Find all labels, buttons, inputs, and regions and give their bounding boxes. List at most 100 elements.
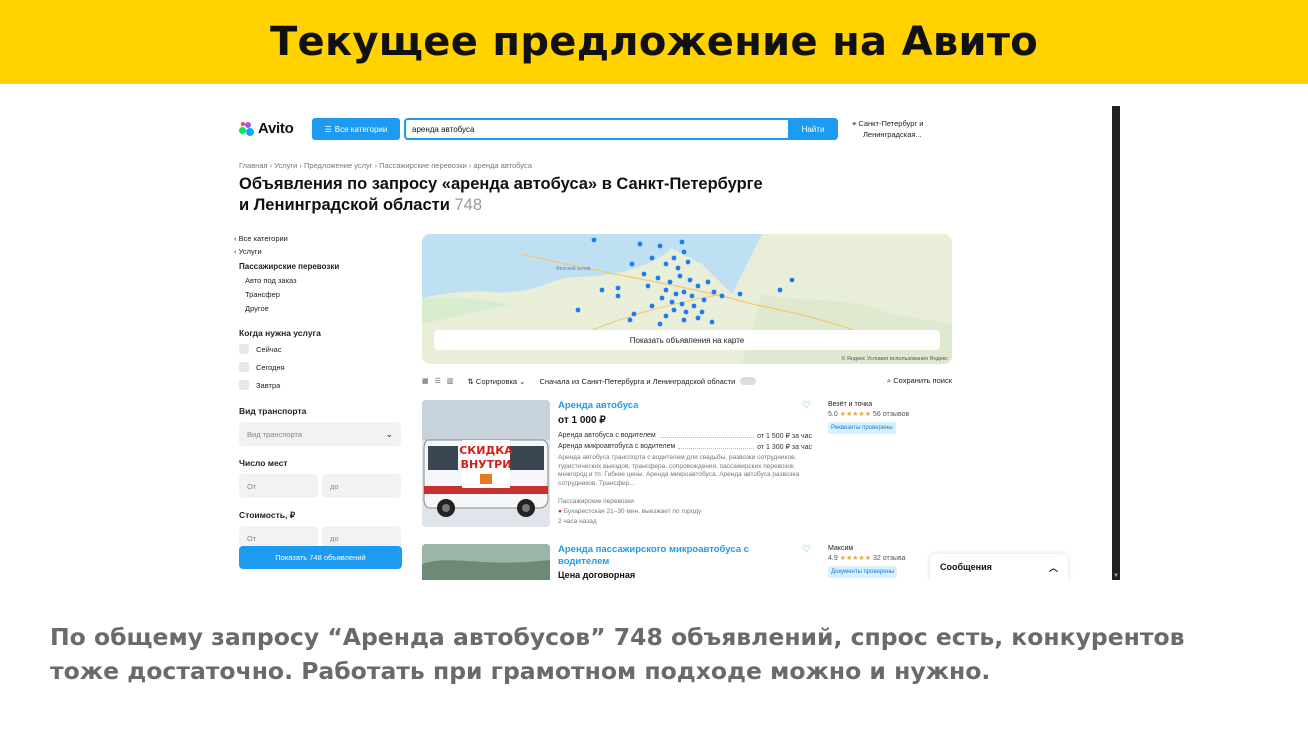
seller-rating-value: 5.0 bbox=[828, 411, 838, 418]
results-map[interactable]: Финский залив Показать объявления на кар… bbox=[422, 234, 952, 364]
listing-title[interactable]: Аренда автобуса bbox=[558, 400, 798, 412]
listing-category: Пассажирские перевозки bbox=[558, 498, 634, 505]
seats-from-input[interactable]: От bbox=[239, 474, 318, 498]
checkbox-icon bbox=[239, 344, 249, 354]
scrollbar[interactable]: ▼ bbox=[1112, 106, 1120, 580]
avito-screenshot: Avito ☰ Все категории Найти ⌖ Санкт-Пете… bbox=[232, 106, 1120, 580]
heart-icon[interactable]: ♡ bbox=[802, 400, 811, 411]
map-view-icon[interactable]: ▥ bbox=[447, 377, 454, 385]
caption-line-1: По общему запросу “Аренда автобусов” 748… bbox=[50, 623, 1185, 651]
seats-to-input[interactable]: до bbox=[322, 474, 401, 498]
slide-title-banner: Текущее предложение на Авито bbox=[0, 0, 1308, 84]
messages-panel[interactable]: Сообщения ︿ bbox=[930, 554, 1068, 580]
transport-select[interactable]: Вид транспорта ⌄ bbox=[239, 422, 401, 446]
back-services-label: Услуги bbox=[238, 247, 262, 256]
avito-logo-text: Avito bbox=[258, 120, 294, 137]
chevron-down-icon: ⌄ bbox=[385, 428, 393, 439]
price-row-value: от 1 500 ₽ за час bbox=[757, 433, 812, 440]
location-selector[interactable]: ⌖ Санкт-Петербург и Ленинградская... bbox=[852, 118, 952, 140]
seller-reviews[interactable]: 56 отзывов bbox=[873, 411, 909, 418]
listing-price: Цена договорная bbox=[558, 570, 636, 580]
slide-title: Текущее предложение на Авито bbox=[269, 19, 1039, 65]
image-promo-line-1: СКИДКА bbox=[459, 444, 513, 457]
listing-location-text: Бухарестская 21–30 мин. выезжает по горо… bbox=[563, 508, 702, 515]
image-promo-line-2: ВНУТРИ bbox=[461, 458, 512, 471]
star-icons: ★★★★★ bbox=[839, 411, 872, 418]
listing-card[interactable]: СКИДКА ВНУТРИ Аренда автобуса от 1 000 ₽… bbox=[422, 400, 952, 530]
show-on-map-button[interactable]: Показать объявления на карте bbox=[434, 330, 940, 350]
seller-name[interactable]: Максим bbox=[828, 544, 948, 554]
listing-photo[interactable]: СКИДКА ВНУТРИ bbox=[422, 400, 550, 527]
listing-title[interactable]: Аренда пассажирского микроавтобуса с вод… bbox=[558, 544, 798, 568]
sidebar-section-passenger[interactable]: Пассажирские перевозки bbox=[234, 260, 404, 274]
caption-line-2: тоже достаточно. Работать при грамотном … bbox=[50, 657, 991, 685]
slide-caption: По общему запросу “Аренда автобусов” 748… bbox=[50, 620, 1308, 688]
location-line-2: Ленинградская... bbox=[863, 130, 922, 139]
when-now-checkbox[interactable]: Сейчас bbox=[234, 340, 404, 358]
when-today-label: Сегодня bbox=[256, 362, 285, 372]
local-first-label: Сначала из Санкт-Петербурга и Ленинградс… bbox=[539, 376, 736, 386]
all-categories-button[interactable]: ☰ Все категории bbox=[312, 118, 400, 140]
search-input[interactable] bbox=[406, 124, 786, 134]
when-heading: Когда нужна услуга bbox=[239, 328, 321, 338]
checkbox-icon bbox=[239, 362, 249, 372]
breadcrumb[interactable]: Главная › Услуги › Предложение услуг › П… bbox=[239, 161, 532, 170]
search-bar: Найти bbox=[404, 118, 838, 140]
menu-icon: ☰ bbox=[324, 124, 332, 134]
page-title-line-2: и Ленинградской области bbox=[239, 196, 450, 214]
search-icon: ⌕ bbox=[886, 376, 892, 385]
back-all-categories-label: Все категории bbox=[238, 234, 288, 243]
listing-photo[interactable] bbox=[422, 544, 550, 580]
show-results-button[interactable]: Показать 748 объявлений bbox=[239, 546, 402, 569]
avito-logo[interactable]: Avito bbox=[239, 120, 294, 137]
listing-photo-image bbox=[422, 544, 550, 580]
seats-heading: Число мест bbox=[239, 458, 288, 468]
seller-info[interactable]: Везёт и точка 5.0 ★★★★★ 56 отзывов Рекви… bbox=[828, 400, 948, 434]
location-pin-icon: ⌖ bbox=[852, 119, 857, 128]
price-row: Аренда микроавтобуса с водителем от 1 300… bbox=[558, 443, 812, 451]
heart-icon[interactable]: ♡ bbox=[802, 544, 811, 555]
messages-label: Сообщения bbox=[940, 562, 992, 572]
seller-verified-badge: Реквизиты проверены bbox=[828, 422, 896, 434]
price-row-label: Аренда автобуса с водителем bbox=[558, 432, 656, 439]
toggle-switch[interactable] bbox=[740, 377, 757, 385]
sidebar-item-other[interactable]: Другое bbox=[234, 302, 404, 316]
listing-description: Аренда автобуса транспорта с водителем д… bbox=[558, 454, 800, 487]
sort-label: Сортировка bbox=[475, 376, 518, 386]
checkbox-icon bbox=[239, 380, 249, 390]
search-button[interactable]: Найти bbox=[788, 118, 838, 140]
seller-reviews[interactable]: 32 отзыва bbox=[873, 555, 905, 562]
seller-rating-value: 4.9 bbox=[828, 555, 838, 562]
map-copyright: © Яндекс Условия использования Яндекс bbox=[841, 356, 948, 362]
when-tomorrow-checkbox[interactable]: Завтра bbox=[234, 376, 404, 394]
seller-name[interactable]: Везёт и точка bbox=[828, 400, 948, 410]
sidebar-item-transfer[interactable]: Трансфер bbox=[234, 288, 404, 302]
when-now-label: Сейчас bbox=[256, 344, 282, 354]
transport-heading: Вид транспорта bbox=[239, 406, 307, 416]
map-label-gulf: Финский залив bbox=[556, 265, 591, 272]
when-today-checkbox[interactable]: Сегодня bbox=[234, 358, 404, 376]
back-all-categories-link[interactable]: ‹ Все категории bbox=[234, 232, 404, 245]
local-first-toggle[interactable]: Сначала из Санкт-Петербурга и Ленинградс… bbox=[539, 376, 757, 386]
filters-sidebar: ‹ Все категории ‹ Услуги Пассажирские пе… bbox=[234, 232, 404, 550]
metro-dot-icon: ● bbox=[558, 508, 562, 515]
sidebar-item-auto[interactable]: Авто под заказ bbox=[234, 274, 404, 288]
save-search-label: Сохранить поиск bbox=[893, 376, 952, 385]
avito-logo-icon bbox=[239, 121, 255, 136]
chevron-up-icon[interactable]: ︿ bbox=[1049, 561, 1058, 574]
listing-card[interactable]: Аренда пассажирского микроавтобуса с вод… bbox=[422, 544, 952, 580]
sort-dropdown[interactable]: ⇅ Сортировка ⌄ bbox=[468, 377, 526, 386]
save-search-button[interactable]: ⌕ Сохранить поиск bbox=[887, 376, 952, 386]
all-categories-label: Все категории bbox=[334, 124, 388, 134]
view-switcher: ▦ ☰ ▥ bbox=[422, 377, 454, 385]
seller-verified-badge: Документы проверены bbox=[828, 566, 898, 578]
cost-heading: Стоимость, ₽ bbox=[239, 510, 296, 520]
scroll-down-icon[interactable]: ▼ bbox=[1113, 573, 1119, 579]
list-view-icon[interactable]: ☰ bbox=[435, 377, 441, 385]
page-title-line-1: Объявления по запросу «аренда автобуса» … bbox=[239, 175, 763, 193]
location-line-1: Санкт-Петербург и bbox=[858, 119, 924, 128]
back-services-link[interactable]: ‹ Услуги bbox=[234, 245, 404, 258]
star-icons: ★★★★★ bbox=[839, 555, 872, 562]
grid-view-icon[interactable]: ▦ bbox=[422, 377, 429, 385]
bus-image: СКИДКА ВНУТРИ bbox=[422, 400, 550, 527]
